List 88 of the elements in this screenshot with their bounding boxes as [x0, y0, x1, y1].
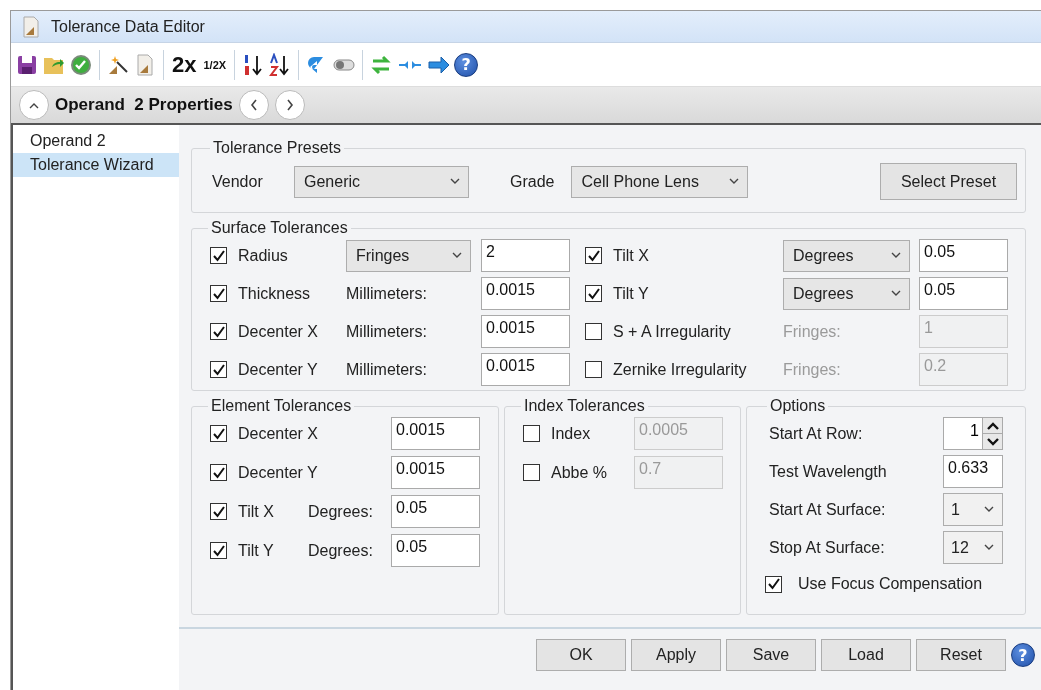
- checkbox-label: Tilt Y: [238, 541, 274, 560]
- chevron-icon: [891, 290, 901, 297]
- value-field[interactable]: 0.0015: [481, 277, 570, 310]
- checkbox[interactable]: [210, 285, 227, 302]
- checkbox-label: Decenter Y: [238, 360, 318, 379]
- option-label: Start At Surface:: [769, 500, 887, 519]
- unit-label: Millimeters:: [346, 322, 428, 341]
- value-field[interactable]: 0.0015: [481, 353, 570, 386]
- checkbox[interactable]: [210, 542, 227, 559]
- option-label: Start At Row:: [769, 424, 864, 443]
- check-circle-icon[interactable]: [69, 52, 93, 77]
- checkbox-label: Decenter Y: [238, 463, 318, 482]
- chevron-icon: [984, 544, 994, 551]
- checkbox[interactable]: [210, 361, 227, 378]
- group-title: Surface Tolerances: [210, 219, 349, 237]
- chevron-icon: [452, 252, 462, 259]
- sidebar-item[interactable]: Operand 2: [13, 129, 179, 153]
- checkbox-label: Index: [551, 424, 591, 443]
- checkbox-label: S + A Irregularity: [613, 322, 731, 341]
- value-field[interactable]: 0.633: [943, 455, 1003, 488]
- checkbox[interactable]: [210, 425, 227, 442]
- grade-dropdown[interactable]: Cell Phone Lens: [571, 165, 749, 198]
- value-field[interactable]: 0.05: [391, 495, 480, 528]
- checkbox[interactable]: [210, 323, 227, 340]
- checkbox[interactable]: [210, 247, 227, 264]
- unit-label: Fringes:: [783, 360, 842, 379]
- unit-dropdown[interactable]: Degrees: [783, 239, 910, 272]
- vendor-dropdown[interactable]: Generic: [294, 165, 469, 198]
- checkbox[interactable]: [585, 247, 602, 264]
- unit-label: Degrees:: [308, 541, 374, 560]
- checkbox-label: Use Focus Compensation: [798, 575, 983, 593]
- window-title: Tolerance Data Editor: [51, 17, 205, 36]
- zoom-out-button[interactable]: 1/2X: [201, 58, 229, 71]
- unit-label: Millimeters:: [346, 284, 428, 303]
- value-field[interactable]: 0.0015: [391, 456, 480, 489]
- chevron-icon: [891, 252, 901, 259]
- checkbox[interactable]: [210, 464, 227, 481]
- checkbox-label: Decenter X: [238, 322, 319, 341]
- value-field[interactable]: 0.05: [391, 534, 480, 567]
- dialog-button[interactable]: OK: [536, 639, 626, 671]
- checkbox-label: Radius: [238, 246, 288, 265]
- chevron-icon: [450, 178, 460, 185]
- chevron-icon: [729, 178, 740, 185]
- dialog-button[interactable]: Apply: [631, 639, 721, 671]
- group-title: Tolerance Presets: [212, 139, 343, 157]
- checkbox-label: Tilt X: [238, 502, 274, 521]
- field-label: Vendor: [212, 172, 264, 191]
- checkbox-label: Tilt X: [613, 246, 649, 265]
- chevron-left-icon: [249, 99, 258, 111]
- dialog-button[interactable]: Save: [726, 639, 816, 671]
- checkbox[interactable]: [585, 285, 602, 302]
- value-field[interactable]: 0.05: [919, 239, 1008, 272]
- surface-dropdown[interactable]: 1: [943, 493, 1003, 526]
- chevron-icon: [29, 101, 39, 109]
- value-field[interactable]: 0.0015: [481, 315, 570, 348]
- option-label: Stop At Surface:: [769, 538, 886, 557]
- field-label: Grade: [510, 172, 555, 191]
- unit-label: Millimeters:: [346, 360, 428, 379]
- zoom-in-button[interactable]: 2x: [170, 51, 199, 78]
- checkbox-label: Zernike Irregularity: [613, 360, 747, 379]
- unit-label: Fringes:: [783, 322, 842, 341]
- unit-dropdown[interactable]: Degrees: [783, 277, 910, 310]
- chevron-right-icon: [285, 99, 294, 111]
- checkbox-label: Abbe %: [551, 463, 608, 482]
- group-title: Element Tolerances: [210, 397, 353, 415]
- dialog-button[interactable]: Reset: [916, 639, 1006, 671]
- group-title: Index Tolerances: [523, 397, 646, 415]
- help-button[interactable]: ?: [454, 52, 479, 77]
- spinner-field[interactable]: 1: [943, 417, 1003, 450]
- checkbox-label: Thickness: [238, 284, 311, 303]
- checkbox-label: Decenter X: [238, 424, 319, 443]
- chevron-icon: [984, 506, 994, 513]
- surface-dropdown[interactable]: 12: [943, 531, 1003, 564]
- value-field[interactable]: 0.05: [919, 277, 1008, 310]
- checkbox[interactable]: [765, 575, 782, 593]
- sidebar-item[interactable]: Tolerance Wizard: [13, 153, 179, 177]
- unit-label: Degrees:: [308, 502, 374, 521]
- help-button[interactable]: ?: [1011, 643, 1035, 667]
- value-field[interactable]: 2: [481, 239, 570, 272]
- group-title: Options: [769, 397, 827, 415]
- dialog-button[interactable]: Load: [821, 639, 911, 671]
- option-label: Test Wavelength: [769, 462, 888, 481]
- checkbox[interactable]: [210, 503, 227, 520]
- properties-title: Operand 2 Properties: [55, 95, 233, 115]
- checkbox-label: Tilt Y: [613, 284, 649, 303]
- unit-dropdown[interactable]: Fringes: [346, 239, 471, 272]
- select-preset-button[interactable]: Select Preset: [880, 163, 1017, 200]
- value-field[interactable]: 0.0015: [391, 417, 480, 450]
